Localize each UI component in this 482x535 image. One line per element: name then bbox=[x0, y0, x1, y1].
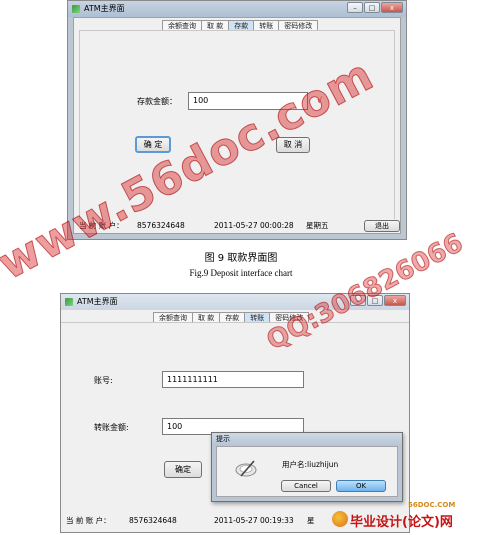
status-datetime: 2011-05-27 00:00:28 bbox=[214, 221, 294, 230]
app-icon bbox=[72, 5, 80, 13]
dialog-ok-button[interactable]: OK bbox=[336, 480, 386, 492]
minimize-button[interactable]: – bbox=[347, 2, 363, 13]
footer-brand: 毕业设计(论文)网 bbox=[350, 515, 453, 530]
dialog-body: 用户名:liuzhijun Cancel OK bbox=[216, 446, 398, 497]
account-label: 账号: bbox=[94, 376, 113, 385]
info-icon bbox=[235, 458, 257, 478]
current-account-label: 当 前 账 户： bbox=[66, 516, 111, 525]
dialog-cancel-button[interactable]: Cancel bbox=[281, 480, 331, 492]
current-account-number: 8576324648 bbox=[137, 221, 185, 230]
close-button[interactable]: x bbox=[381, 2, 403, 13]
deposit-titlebar[interactable]: ATM主界面 – □ x bbox=[68, 1, 406, 17]
footer-site: 56DOC.COM bbox=[408, 501, 456, 509]
footer-logo: 56DOC.COM 毕业设计(论文)网 bbox=[330, 501, 478, 533]
confirm-button[interactable]: 确定 bbox=[164, 461, 202, 478]
dialog-title: 提示 bbox=[216, 435, 230, 443]
current-account-number: 8576324648 bbox=[129, 516, 177, 525]
dialog-titlebar[interactable]: 提示 bbox=[212, 433, 402, 446]
window-title: ATM主界面 bbox=[77, 297, 118, 306]
window-title: ATM主界面 bbox=[84, 4, 125, 13]
exit-button[interactable]: 退出 bbox=[364, 220, 400, 232]
logo-icon bbox=[332, 511, 348, 527]
status-datetime: 2011-05-27 00:19:33 bbox=[214, 516, 294, 525]
status-weekday: 星期五 bbox=[306, 221, 329, 230]
maximize-button[interactable]: □ bbox=[364, 2, 380, 13]
info-dialog: 提示 用户名:liuzhijun Cancel OK bbox=[211, 432, 403, 502]
deposit-amount-label: 存款金额： bbox=[137, 97, 177, 106]
status-weekday: 星 bbox=[307, 516, 315, 525]
account-input[interactable]: 1111111111 bbox=[162, 371, 304, 388]
dialog-message: 用户名:liuzhijun bbox=[282, 460, 339, 469]
transfer-amount-label: 转账金额: bbox=[94, 423, 129, 432]
app-icon bbox=[65, 298, 73, 306]
